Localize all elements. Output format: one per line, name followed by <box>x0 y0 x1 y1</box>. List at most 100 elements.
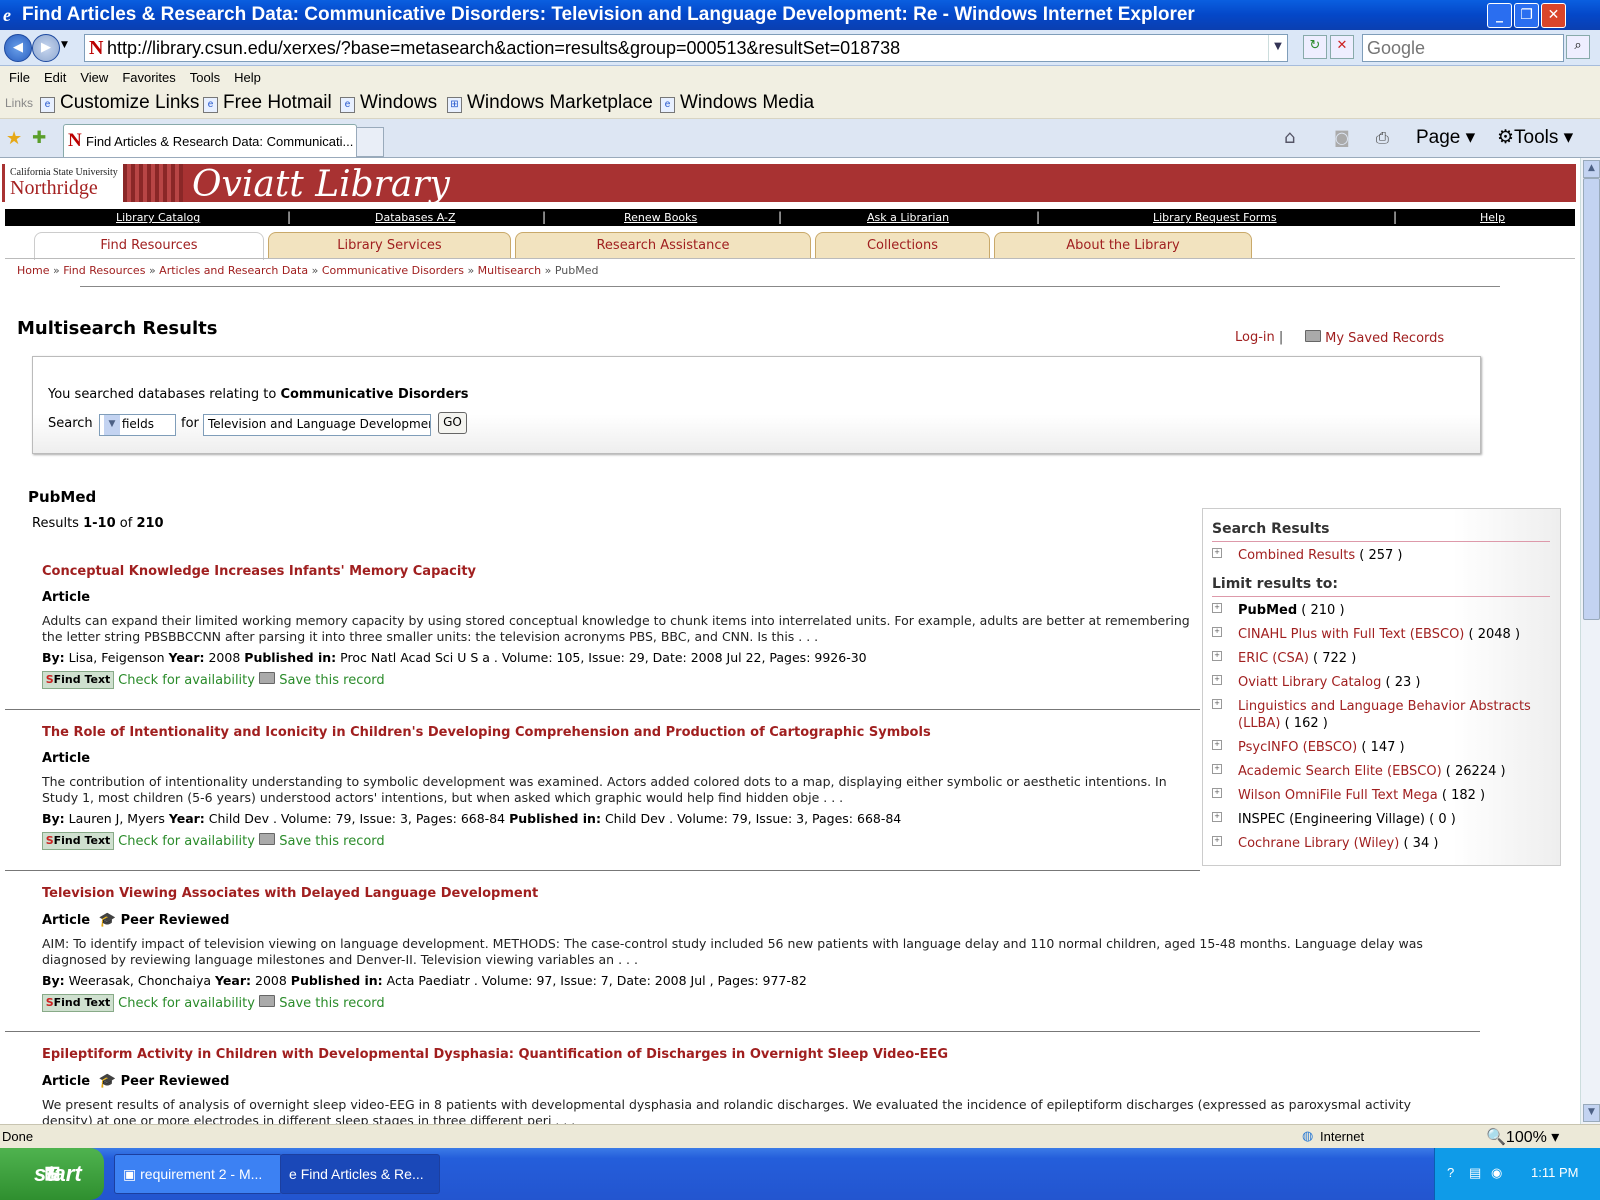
menu-file[interactable]: File <box>9 70 30 85</box>
address-url[interactable]: http://library.csun.edu/xerxes/?base=met… <box>107 38 900 59</box>
go-button[interactable]: GO <box>438 412 467 434</box>
db-link[interactable]: PsycINFO (EBSCO) <box>1238 740 1357 755</box>
login-link[interactable]: Log-in | <box>1235 330 1283 345</box>
link-windows-media[interactable]: e Windows Media <box>660 92 814 114</box>
restore-button[interactable]: ❐ <box>1514 3 1539 28</box>
tab-collections[interactable]: Collections <box>815 232 990 259</box>
taskbar-ie[interactable]: e Find Articles & Re... <box>280 1154 440 1194</box>
scroll-up-icon[interactable]: ▲ <box>1583 160 1600 178</box>
search-go-icon[interactable]: ⌕ <box>1566 35 1590 59</box>
address-dropdown-icon[interactable]: ▼ <box>1268 35 1287 61</box>
nav-ask-librarian[interactable]: Ask a Librarian <box>867 211 949 224</box>
check-availability-link[interactable]: Check for availability <box>118 996 255 1011</box>
link-marketplace[interactable]: ⊞ Windows Marketplace <box>447 92 653 114</box>
forward-icon[interactable]: ▶ <box>32 34 60 62</box>
home-icon[interactable]: ⌂ <box>1284 127 1295 148</box>
result-title[interactable]: Conceptual Knowledge Increases Infants' … <box>42 564 1202 579</box>
db-link[interactable]: Wilson OmniFile Full Text Mega <box>1238 788 1438 803</box>
save-record-link[interactable]: Save this record <box>279 834 384 849</box>
tab-find-resources[interactable]: Find Resources <box>34 232 264 260</box>
expand-icon: + <box>1212 651 1222 661</box>
crumb-find-resources[interactable]: Find Resources <box>63 264 145 277</box>
save-record-link[interactable]: Save this record <box>279 673 384 688</box>
link-customize[interactable]: e Customize Links <box>40 92 199 114</box>
menu-help[interactable]: Help <box>234 70 261 85</box>
system-tray: ? ▤ ◉ 1:11 PM <box>1434 1148 1600 1200</box>
nav-library-catalog[interactable]: Library Catalog <box>116 211 200 224</box>
find-text-button[interactable]: SFind Text <box>42 832 114 850</box>
volume-icon[interactable]: ◉ <box>1491 1165 1502 1181</box>
tab-about-library[interactable]: About the Library <box>994 232 1252 259</box>
globe-icon: ◍ <box>1302 1128 1314 1143</box>
history-dropdown-icon[interactable]: ▼ <box>61 40 68 50</box>
tab-library-services[interactable]: Library Services <box>268 232 511 259</box>
find-text-button[interactable]: SFind Text <box>42 671 114 689</box>
network-icon[interactable]: ▤ <box>1469 1165 1481 1181</box>
menu-edit[interactable]: Edit <box>44 70 66 85</box>
refresh-icon[interactable]: ↻ <box>1303 35 1327 59</box>
db-link[interactable]: Academic Search Elite (EBSCO) <box>1238 764 1442 779</box>
feeds-icon[interactable]: ◙ <box>1334 128 1350 147</box>
csun-logo[interactable]: California State University Northridge <box>5 164 123 204</box>
result-title[interactable]: Epileptiform Activity in Children with D… <box>42 1047 1462 1062</box>
combined-results-link[interactable]: Combined Results <box>1238 548 1355 563</box>
find-text-button[interactable]: SFind Text <box>42 994 114 1012</box>
taskbar-word[interactable]: ▣ requirement 2 - M... <box>114 1154 282 1194</box>
result-title[interactable]: Television Viewing Associates with Delay… <box>42 886 1462 901</box>
db-link[interactable]: Linguistics and Language Behavior Abstra… <box>1238 699 1531 731</box>
search-input[interactable] <box>1363 35 1551 61</box>
check-availability-link[interactable]: Check for availability <box>118 834 255 849</box>
window-title-bar[interactable]: e Find Articles & Research Data: Communi… <box>0 0 1600 30</box>
breadcrumb: Home » Find Resources » Articles and Res… <box>17 264 599 277</box>
scroll-thumb[interactable] <box>1583 178 1600 620</box>
result-title[interactable]: The Role of Intentionality and Iconicity… <box>42 725 1202 740</box>
save-record-link[interactable]: Save this record <box>279 996 384 1011</box>
crumb-home[interactable]: Home <box>17 264 49 277</box>
crumb-articles[interactable]: Articles and Research Data <box>159 264 308 277</box>
nav-renew-books[interactable]: Renew Books <box>624 211 697 224</box>
check-availability-link[interactable]: Check for availability <box>118 673 255 688</box>
menu-tools[interactable]: Tools <box>190 70 220 85</box>
close-window-button[interactable]: ✕ <box>1541 3 1566 28</box>
db-link[interactable]: CINAHL Plus with Full Text (EBSCO) <box>1238 627 1464 642</box>
results-count: Results 1-10 of 210 <box>32 516 164 531</box>
zoom-control[interactable]: 🔍100% ▾ <box>1486 1127 1559 1147</box>
nav-request-forms[interactable]: Library Request Forms <box>1153 211 1277 224</box>
nav-help[interactable]: Help <box>1480 211 1505 224</box>
stop-icon[interactable]: ✕ <box>1330 35 1354 59</box>
search-term-input[interactable]: Television and Language Development <box>203 414 431 436</box>
start-button[interactable]: ⊞ start <box>0 1148 104 1200</box>
crumb-multisearch[interactable]: Multisearch <box>478 264 541 277</box>
clock[interactable]: 1:11 PM <box>1531 1165 1578 1180</box>
saved-records-link[interactable]: My Saved Records <box>1305 330 1444 346</box>
search-box[interactable] <box>1362 34 1564 62</box>
add-favorites-icon[interactable]: ✚ <box>32 128 46 148</box>
tools-menu[interactable]: ⚙Tools ▾ <box>1497 126 1573 149</box>
nav-databases[interactable]: Databases A-Z <box>375 211 456 224</box>
favorites-star-icon[interactable]: ★ <box>6 128 22 149</box>
print-icon[interactable]: ⎙ <box>1376 128 1389 148</box>
page-menu[interactable]: Page ▾ <box>1416 126 1475 149</box>
db-link[interactable]: Oviatt Library Catalog <box>1238 675 1381 690</box>
sidebar-heading: Search Results <box>1212 521 1330 537</box>
vertical-scrollbar[interactable]: ▲ ▼ <box>1580 158 1600 1124</box>
back-icon[interactable]: ◀ <box>4 34 32 62</box>
address-bar[interactable]: N http://library.csun.edu/xerxes/?base=m… <box>84 34 1288 62</box>
expand-icon: + <box>1212 699 1222 709</box>
menu-favorites[interactable]: Favorites <box>122 70 175 85</box>
minimize-button[interactable]: _ <box>1487 3 1512 28</box>
menu-view[interactable]: View <box>80 70 108 85</box>
help-icon[interactable]: ? <box>1447 1165 1454 1180</box>
crumb-communicative[interactable]: Communicative Disorders <box>322 264 464 277</box>
link-windows[interactable]: e Windows <box>340 92 437 114</box>
tab-research-assistance[interactable]: Research Assistance <box>515 232 811 259</box>
new-tab-button[interactable] <box>356 127 384 157</box>
scroll-down-icon[interactable]: ▼ <box>1583 1104 1600 1122</box>
browser-tab[interactable]: N Find Articles & Research Data: Communi… <box>63 124 357 157</box>
chevron-down-icon[interactable]: ▼ <box>104 415 120 435</box>
db-link[interactable]: ERIC (CSA) <box>1238 651 1309 666</box>
db-link[interactable]: Cochrane Library (Wiley) <box>1238 836 1399 851</box>
result-item: Conceptual Knowledge Increases Infants' … <box>42 564 1202 689</box>
link-hotmail[interactable]: e Free Hotmail <box>203 92 332 114</box>
field-select[interactable]: all fields ▼ <box>99 414 176 436</box>
